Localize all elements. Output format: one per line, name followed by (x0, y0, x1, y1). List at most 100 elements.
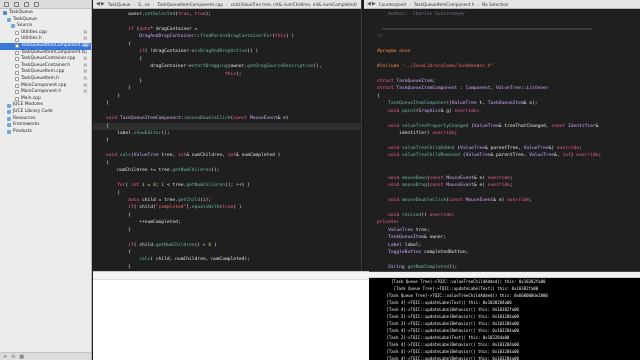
line-gutter[interactable] (93, 108, 106, 115)
line-gutter[interactable] (364, 56, 377, 63)
code-line[interactable]: if( child["completed"].equalsWith(true) … (93, 204, 361, 211)
line-gutter[interactable] (93, 249, 106, 256)
line-gutter[interactable] (364, 100, 377, 107)
code-line[interactable]: for( int i = 0; i < tree.getNumChildren(… (93, 182, 361, 189)
line-gutter[interactable] (93, 145, 106, 152)
line-gutter[interactable] (93, 56, 106, 63)
code-line[interactable]: } (93, 85, 361, 92)
breakpoint-icon[interactable] (34, 1, 39, 7)
code-line[interactable]: String getNumCompleted(); (364, 264, 640, 271)
back-arrow-icon[interactable]: ◀ (367, 1, 371, 7)
line-gutter[interactable] (364, 227, 377, 234)
code-line[interactable]: if( child.getNumChildren() > 0 ) (93, 242, 361, 249)
code-line[interactable]: void valueTreeChildAdded (ValueTree& par… (364, 145, 640, 152)
code-line[interactable]: void resized() override; (364, 212, 640, 219)
code-line[interactable] (364, 190, 640, 197)
sidebar-item-source[interactable]: Source (0, 23, 91, 30)
code-line[interactable]: Label label; (364, 242, 640, 249)
code-line[interactable]: label.showEditor(); (93, 130, 361, 137)
line-gutter[interactable] (93, 78, 106, 85)
code-line[interactable] (364, 256, 640, 263)
recent-files-icon[interactable]: ⊙ (11, 354, 15, 360)
line-gutter[interactable] (93, 242, 106, 249)
line-gutter[interactable] (93, 212, 106, 219)
sidebar-item-taskqueueitemcomponent-cpp[interactable]: TaskQueueItemComponent.cpp M (0, 42, 91, 50)
line-gutter[interactable] (93, 182, 106, 189)
code-line[interactable]: ========================================… (364, 26, 640, 33)
line-gutter[interactable] (93, 219, 106, 226)
code-line[interactable] (364, 204, 640, 211)
line-gutter[interactable] (364, 11, 377, 18)
code-line[interactable]: { (93, 212, 361, 219)
line-gutter[interactable] (93, 100, 106, 107)
line-gutter[interactable] (93, 93, 106, 100)
line-gutter[interactable] (364, 249, 377, 256)
line-gutter[interactable] (93, 167, 106, 174)
line-gutter[interactable] (364, 93, 377, 100)
line-gutter[interactable] (364, 26, 377, 33)
code-line[interactable] (93, 234, 361, 241)
line-gutter[interactable] (364, 63, 377, 70)
code-line[interactable]: owner.setSelected(true, true); (93, 11, 361, 18)
code-line[interactable]: void mouseDown(const MouseEvent& e) over… (364, 175, 640, 182)
code-line[interactable]: this); (93, 71, 361, 78)
code-line[interactable]: private: (364, 219, 640, 226)
code-line[interactable]: void valueTreePropertyChanged (ValueTree… (364, 123, 640, 130)
line-gutter[interactable] (364, 242, 377, 249)
code-line[interactable]: } (93, 137, 361, 144)
line-gutter[interactable] (93, 227, 106, 234)
code-line[interactable] (364, 71, 640, 78)
code-line[interactable]: struct TaskQueueItem; (364, 78, 640, 85)
line-gutter[interactable] (364, 256, 377, 263)
line-gutter[interactable] (93, 48, 106, 55)
line-gutter[interactable] (93, 71, 106, 78)
code-line[interactable]: } (93, 78, 361, 85)
code-line[interactable] (364, 41, 640, 48)
code-line[interactable]: ++numCompleted; (93, 219, 361, 226)
line-gutter[interactable] (93, 11, 106, 18)
breadcrumb-file[interactable]: TaskQueueItemComponent.cpp (157, 2, 223, 7)
sidebar-item-maincomponent-h[interactable]: MainComponent.h M (0, 89, 91, 96)
code-line[interactable]: dragContainer->startDragging(owner.getDr… (93, 63, 361, 70)
code-line[interactable] (93, 18, 361, 25)
code-line[interactable]: identifier) override; (364, 130, 640, 137)
breadcrumb-symbol[interactable]: calc(ValueTree tree, int& numChildren, i… (231, 2, 357, 7)
code-line[interactable] (364, 137, 640, 144)
code-line[interactable]: DragAndDropContainer::findParentDragCont… (93, 33, 361, 40)
sidebar-item-taskqueue[interactable]: TaskQueue (0, 10, 91, 17)
line-gutter[interactable] (364, 115, 377, 122)
code-line[interactable]: void mouseDrag(const MouseEvent& e) over… (364, 182, 640, 189)
breadcrumb-symbol[interactable]: No Selection (482, 2, 508, 7)
code-line[interactable]: #pragma once (364, 48, 640, 55)
sidebar-item-taskqueue[interactable]: TaskQueue (0, 17, 91, 24)
forward-arrow-icon[interactable]: ▶ (101, 1, 105, 7)
line-gutter[interactable] (93, 85, 106, 92)
code-line[interactable]: void calc(ValueTree tree, int& numChildr… (93, 152, 361, 159)
breadcrumb-file[interactable]: TaskQueueItemComponent.h (414, 2, 475, 7)
code-editor-left[interactable]: owner.setSelected(true, true); if (auto*… (93, 9, 361, 271)
line-gutter[interactable] (364, 167, 377, 174)
breadcrumb-project[interactable]: Counterpoint (379, 2, 406, 7)
code-line[interactable]: { (364, 93, 640, 100)
line-gutter[interactable] (364, 108, 377, 115)
code-line[interactable] (364, 56, 640, 63)
code-line[interactable]: void TaskQueueItemComponent::mouseDouble… (93, 115, 361, 122)
folder-icon[interactable] (4, 1, 9, 7)
code-line[interactable]: if (auto* dragContainer = (93, 26, 361, 33)
sidebar-item-juce-modules[interactable]: JUCE Modules (0, 102, 91, 109)
breadcrumb-folder[interactable]: S...ce (138, 2, 150, 7)
sidebar-item-utilities-cpp[interactable]: Utilities.cpp M (0, 30, 91, 37)
sidebar-item-taskqueueitem-h[interactable]: TaskQueueItem.h M (0, 76, 91, 83)
line-gutter[interactable] (364, 145, 377, 152)
line-gutter[interactable] (93, 204, 106, 211)
back-arrow-icon[interactable]: ◀ (96, 1, 100, 7)
code-line[interactable]: void valueTreeChildRemoved (ValueTree& p… (364, 152, 640, 159)
code-line[interactable]: auto child = tree.getChild(i); (93, 197, 361, 204)
line-gutter[interactable] (364, 123, 377, 130)
line-gutter[interactable] (364, 33, 377, 40)
code-line[interactable]: { (93, 56, 361, 63)
code-line[interactable]: numChildren += tree.getNumChildren(); (93, 167, 361, 174)
code-line[interactable] (93, 145, 361, 152)
code-line[interactable]: ValueTree tree; (364, 227, 640, 234)
code-line[interactable]: if( !dragContainer->isDragAndDropActive(… (93, 48, 361, 55)
